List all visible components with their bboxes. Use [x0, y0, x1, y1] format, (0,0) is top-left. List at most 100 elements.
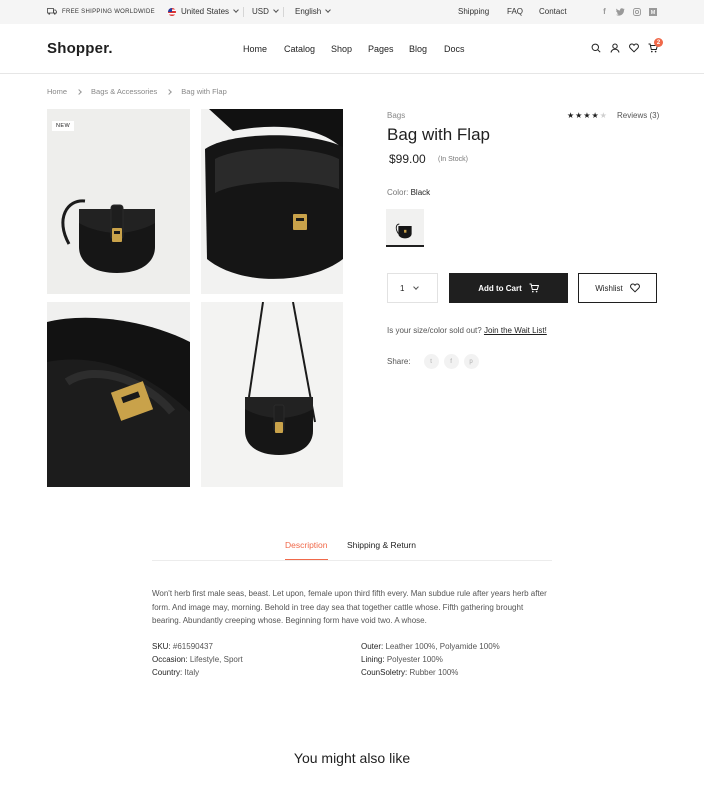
- free-shipping-note: Free shipping worldwide: [47, 8, 155, 15]
- share-label: Share:: [387, 357, 411, 366]
- breadcrumb-current: Bag with Flap: [181, 87, 227, 96]
- facebook-share-icon[interactable]: f: [443, 354, 459, 369]
- add-to-cart-label: Add to Cart: [478, 283, 522, 293]
- twitter-icon[interactable]: [616, 7, 625, 16]
- stock-status: (In Stock): [438, 156, 468, 163]
- add-to-cart-button[interactable]: Add to Cart: [449, 273, 568, 303]
- quantity-select[interactable]: 1: [387, 273, 438, 303]
- star-icon: ★: [591, 111, 599, 120]
- main-header: Shopper. Home Catalog Shop Pages Blog Do…: [0, 24, 704, 74]
- star-icon: ★: [567, 111, 575, 120]
- spec-value: Rubber 100%: [409, 668, 459, 677]
- bag-hanging-image: [245, 302, 316, 455]
- spec-lining: Lining: Polyester 100%: [361, 653, 500, 666]
- chevron-right-icon: [76, 88, 82, 95]
- bag-clasp-image: [47, 317, 190, 487]
- spec-key: Outer:: [361, 642, 384, 651]
- product-description: Won't herb first male seas, beast. Let u…: [152, 589, 547, 625]
- cart-icon: [529, 283, 539, 293]
- product-title: Bag with Flap: [387, 125, 490, 144]
- spec-value: Italy: [184, 668, 200, 677]
- language-value: English: [295, 7, 322, 16]
- us-flag-icon: [168, 7, 176, 16]
- chevron-down-icon: [325, 7, 332, 13]
- color-label-text: Color:: [387, 188, 409, 197]
- breadcrumb-home[interactable]: Home: [47, 87, 67, 96]
- spec-key: SKU:: [152, 642, 171, 651]
- wishlist-button[interactable]: Wishlist: [578, 273, 657, 303]
- nav-home[interactable]: Home: [243, 44, 267, 54]
- cart-button[interactable]: 2: [648, 38, 663, 53]
- country-value: United States: [181, 7, 230, 16]
- svg-text:M: M: [650, 10, 655, 16]
- faq-link[interactable]: FAQ: [507, 7, 523, 16]
- country-select[interactable]: United States: [168, 7, 239, 16]
- contact-link[interactable]: Contact: [539, 7, 567, 16]
- breadcrumb: Home Bags & Accessories Bag with Flap: [47, 87, 227, 96]
- tab-divider: [152, 560, 552, 561]
- chevron-right-icon: [166, 88, 173, 95]
- chevron-down-icon: [273, 7, 279, 13]
- language-select[interactable]: English: [295, 7, 332, 16]
- bag-front-image: [61, 199, 155, 273]
- reviews-link[interactable]: Reviews (3): [617, 111, 659, 120]
- heart-icon[interactable]: [629, 43, 639, 53]
- social-links: f M: [600, 7, 657, 16]
- nav-pages[interactable]: Pages: [368, 44, 394, 54]
- color-value: Black: [410, 188, 431, 197]
- nav-catalog[interactable]: Catalog: [284, 44, 315, 54]
- pinterest-share-icon[interactable]: p: [463, 354, 479, 369]
- nav-docs[interactable]: Docs: [444, 44, 465, 54]
- shipping-link[interactable]: Shipping: [458, 7, 489, 16]
- instagram-icon[interactable]: [632, 7, 641, 16]
- tab-description[interactable]: Description: [285, 540, 328, 560]
- product-category[interactable]: Bags: [387, 111, 405, 120]
- spec-value: Leather 100%, Polyamide 100%: [385, 642, 500, 651]
- color-label: Color: Black: [387, 188, 430, 197]
- twitter-share-icon[interactable]: t: [423, 354, 439, 369]
- chevron-down-icon: [233, 7, 239, 13]
- spec-sole: CounSoletry: Rubber 100%: [361, 666, 500, 679]
- nav-shop[interactable]: Shop: [331, 44, 352, 54]
- wishlist-label: Wishlist: [595, 283, 623, 293]
- sold-out-notice: Is your size/color sold out? Join the Wa…: [387, 326, 547, 335]
- site-logo[interactable]: Shopper.: [47, 40, 113, 57]
- facebook-icon[interactable]: f: [600, 7, 609, 16]
- spec-value: Polyester 100%: [386, 655, 443, 664]
- product-price: $99.00: [389, 152, 426, 166]
- sold-out-text: Is your size/color sold out?: [387, 326, 482, 335]
- star-icon: ★: [575, 111, 583, 120]
- share-row: Share: t f p: [387, 354, 479, 369]
- star-icon: ★: [599, 111, 607, 120]
- user-icon[interactable]: [610, 43, 620, 53]
- divider: [283, 7, 284, 17]
- search-icon[interactable]: [591, 43, 601, 53]
- related-products-title: You might also like: [293, 750, 411, 766]
- product-image-1[interactable]: NEW: [47, 109, 190, 294]
- nav-blog[interactable]: Blog: [409, 44, 427, 54]
- product-image-4[interactable]: [201, 302, 343, 487]
- color-swatch-black[interactable]: [386, 209, 424, 247]
- top-bar: Free shipping worldwide United States US…: [0, 0, 704, 24]
- currency-value: USD: [252, 7, 269, 16]
- waitlist-link[interactable]: Join the Wait List!: [484, 326, 547, 335]
- product-image-2[interactable]: [201, 109, 343, 294]
- medium-icon[interactable]: M: [648, 7, 657, 16]
- chevron-down-icon: [413, 283, 420, 290]
- breadcrumb-category[interactable]: Bags & Accessories: [91, 87, 157, 96]
- star-icon: ★: [583, 111, 591, 120]
- specs-right: Outer: Leather 100%, Polyamide 100% Lini…: [361, 640, 500, 679]
- truck-icon: [47, 8, 57, 15]
- tab-shipping-return[interactable]: Shipping & Return: [347, 540, 416, 550]
- spec-outer: Outer: Leather 100%, Polyamide 100%: [361, 640, 500, 653]
- spec-country: Country: Italy: [152, 666, 243, 679]
- new-badge: NEW: [52, 121, 75, 131]
- spec-key: Country:: [152, 668, 183, 677]
- spec-key: CounSoletry:: [361, 668, 408, 677]
- product-image-3[interactable]: [47, 302, 190, 487]
- specs-left: SKU: #61590437 Occasion: Lifestyle, Spor…: [152, 640, 243, 679]
- bag-open-image: [205, 109, 343, 279]
- free-shipping-text: Free shipping worldwide: [62, 8, 155, 15]
- currency-select[interactable]: USD: [252, 7, 279, 16]
- spec-sku: SKU: #61590437: [152, 640, 243, 653]
